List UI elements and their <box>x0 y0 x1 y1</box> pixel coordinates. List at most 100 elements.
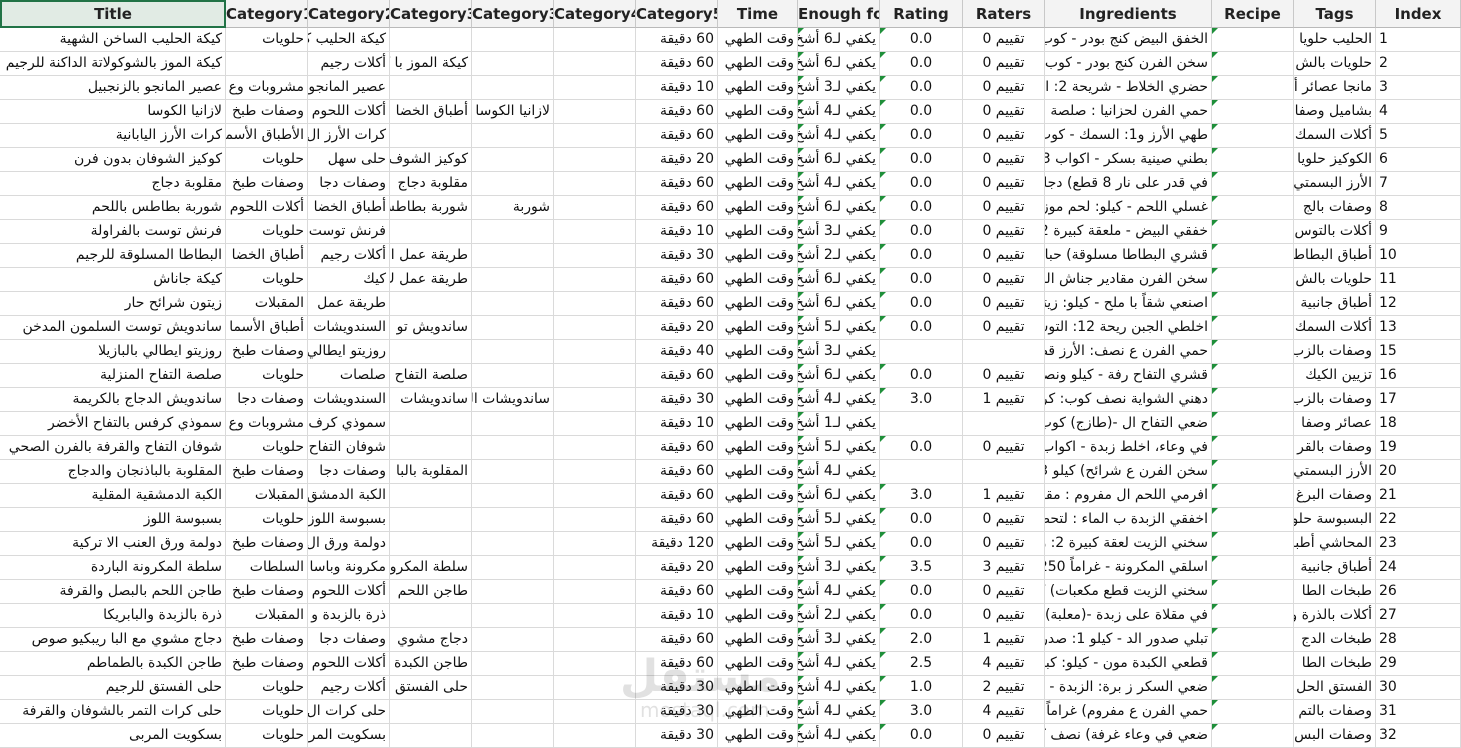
cell-tags[interactable]: وصفات بالج <box>1294 196 1376 220</box>
cell-category2[interactable]: شوفان التفاح <box>308 436 390 460</box>
cell-index[interactable]: 16 <box>1376 364 1461 388</box>
cell-ingredients[interactable]: قشري التفاح رفة - كيلو ونصف: التفاح - <box>1045 364 1212 388</box>
cell-category3b[interactable] <box>472 580 554 604</box>
cell-category1[interactable]: حلويات <box>226 364 308 388</box>
cell-tags[interactable]: وصفات البرغ <box>1294 484 1376 508</box>
column-header-ingredients[interactable]: Ingredients <box>1045 0 1212 28</box>
cell-index[interactable]: 23 <box>1376 532 1461 556</box>
cell-time[interactable]: وقت الطهي <box>718 604 798 628</box>
cell-ingredients[interactable]: طهي الأرز و1: السمك - كوب 2: الأرز - <box>1045 124 1212 148</box>
cell-category4[interactable] <box>554 604 636 628</box>
cell-raters[interactable]: تقييم 0 <box>963 436 1045 460</box>
cell-title[interactable]: شوربة بطاطس باللحم <box>0 196 226 220</box>
cell-category3[interactable]: طاجن اللحم <box>390 580 472 604</box>
cell-category1[interactable]: حلويات <box>226 676 308 700</box>
cell-title[interactable]: روزيتو ايطالي بالبازيلا <box>0 340 226 364</box>
cell-index[interactable]: 29 <box>1376 652 1461 676</box>
cell-category3[interactable] <box>390 28 472 52</box>
cell-category4[interactable] <box>554 364 636 388</box>
cell-category5[interactable]: 10 دقيقة <box>636 220 718 244</box>
cell-category3b[interactable] <box>472 268 554 292</box>
cell-recipe[interactable] <box>1212 28 1294 52</box>
cell-category3[interactable]: طريقة عمل ك <box>390 268 472 292</box>
cell-enough-for[interactable]: يكفي لـ4 أشخ <box>798 460 880 484</box>
cell-category3[interactable]: دجاج مشوي <box>390 628 472 652</box>
cell-category3[interactable]: ساندويشات <box>390 388 472 412</box>
cell-ingredients[interactable]: ضعي في وعاء غرفة) نصف كوب: الزبدة - <box>1045 724 1212 748</box>
cell-enough-for[interactable]: يكفي لـ6 أشخ <box>798 484 880 508</box>
cell-ingredients[interactable]: قشري البطاطا مسلوقة) حبات 4: البطاطا - <box>1045 244 1212 268</box>
cell-category1[interactable]: حلويات <box>226 148 308 172</box>
cell-enough-for[interactable]: يكفي لـ6 أشخ <box>798 28 880 52</box>
cell-time[interactable]: وقت الطهي <box>718 220 798 244</box>
cell-title[interactable]: الكبة الدمشقية المقلية <box>0 484 226 508</box>
cell-tags[interactable]: حلويات بالش <box>1294 268 1376 292</box>
cell-tags[interactable]: أطباق البطاط <box>1294 244 1376 268</box>
column-header-time[interactable]: Time <box>718 0 798 28</box>
cell-ingredients[interactable]: سخني الزيت قطع مكعبات) كيلو: اللحم - <box>1045 580 1212 604</box>
cell-recipe[interactable] <box>1212 76 1294 100</box>
cell-enough-for[interactable]: يكفي لـ5 أشخ <box>798 532 880 556</box>
cell-index[interactable]: 12 <box>1376 292 1461 316</box>
cell-enough-for[interactable]: يكفي لـ3 أشخ <box>798 628 880 652</box>
cell-rating[interactable]: 0.0 <box>880 196 963 220</box>
cell-recipe[interactable] <box>1212 604 1294 628</box>
cell-category4[interactable] <box>554 676 636 700</box>
cell-tags[interactable]: عصائر وصفا <box>1294 412 1376 436</box>
cell-recipe[interactable] <box>1212 412 1294 436</box>
cell-category1[interactable]: حلويات <box>226 28 308 52</box>
cell-tags[interactable]: الحليب حلويا <box>1294 28 1376 52</box>
cell-category3[interactable] <box>390 76 472 100</box>
cell-category5[interactable]: 10 دقيقة <box>636 412 718 436</box>
cell-raters[interactable]: تقييم 1 <box>963 388 1045 412</box>
cell-recipe[interactable] <box>1212 580 1294 604</box>
cell-category3b[interactable] <box>472 676 554 700</box>
cell-time[interactable]: وقت الطهي <box>718 316 798 340</box>
cell-title[interactable]: كرات الأرز اليابانية <box>0 124 226 148</box>
cell-category5[interactable]: 30 دقيقة <box>636 700 718 724</box>
cell-raters[interactable]: تقييم 0 <box>963 52 1045 76</box>
cell-title[interactable]: كيكة جاناش <box>0 268 226 292</box>
cell-category3b[interactable] <box>472 628 554 652</box>
cell-category1[interactable]: المقبلات <box>226 484 308 508</box>
cell-title[interactable]: شوفان التفاح والقرفة بالفرن الصحي <box>0 436 226 460</box>
cell-category2[interactable]: بسبوسة اللوز <box>308 508 390 532</box>
cell-recipe[interactable] <box>1212 244 1294 268</box>
cell-category5[interactable]: 60 دقيقة <box>636 172 718 196</box>
cell-tags[interactable]: وصفات بالزب <box>1294 388 1376 412</box>
cell-index[interactable]: 20 <box>1376 460 1461 484</box>
cell-category5[interactable]: 30 دقيقة <box>636 724 718 748</box>
cell-category2[interactable]: أطباق الخضا <box>308 196 390 220</box>
cell-raters[interactable]: تقييم 0 <box>963 724 1045 748</box>
cell-category3[interactable]: حلى الفستق <box>390 676 472 700</box>
cell-raters[interactable] <box>963 460 1045 484</box>
cell-raters[interactable] <box>963 412 1045 436</box>
cell-rating[interactable]: 0.0 <box>880 76 963 100</box>
cell-ingredients[interactable]: غسلي اللحم - كيلو: لحم موزات الغنم - <box>1045 196 1212 220</box>
cell-raters[interactable]: تقييم 4 <box>963 652 1045 676</box>
cell-category4[interactable] <box>554 460 636 484</box>
cell-enough-for[interactable]: يكفي لـ4 أشخ <box>798 172 880 196</box>
cell-index[interactable]: 2 <box>1376 52 1461 76</box>
cell-category5[interactable]: 20 دقيقة <box>636 556 718 580</box>
cell-category3[interactable] <box>390 700 472 724</box>
cell-category3b[interactable] <box>472 652 554 676</box>
cell-category1[interactable]: وصفات طبخ <box>226 532 308 556</box>
cell-category5[interactable]: 30 دقيقة <box>636 676 718 700</box>
cell-index[interactable]: 10 <box>1376 244 1461 268</box>
cell-title[interactable]: حلى الفستق للرجيم <box>0 676 226 700</box>
cell-category1[interactable]: المقبلات <box>226 604 308 628</box>
cell-category4[interactable] <box>554 700 636 724</box>
cell-enough-for[interactable]: يكفي لـ6 أشخ <box>798 292 880 316</box>
cell-raters[interactable]: تقييم 0 <box>963 292 1045 316</box>
cell-raters[interactable]: تقييم 1 <box>963 628 1045 652</box>
cell-category3[interactable]: ساندويش تو <box>390 316 472 340</box>
cell-rating[interactable] <box>880 412 963 436</box>
cell-category3b[interactable] <box>472 724 554 748</box>
cell-category1[interactable]: مشروبات وع <box>226 412 308 436</box>
cell-category3b[interactable] <box>472 508 554 532</box>
cell-index[interactable]: 1 <box>1376 28 1461 52</box>
cell-index[interactable]: 32 <box>1376 724 1461 748</box>
cell-tags[interactable]: طبخات الطا <box>1294 580 1376 604</box>
cell-category2[interactable]: روزيتو ايطالي <box>308 340 390 364</box>
